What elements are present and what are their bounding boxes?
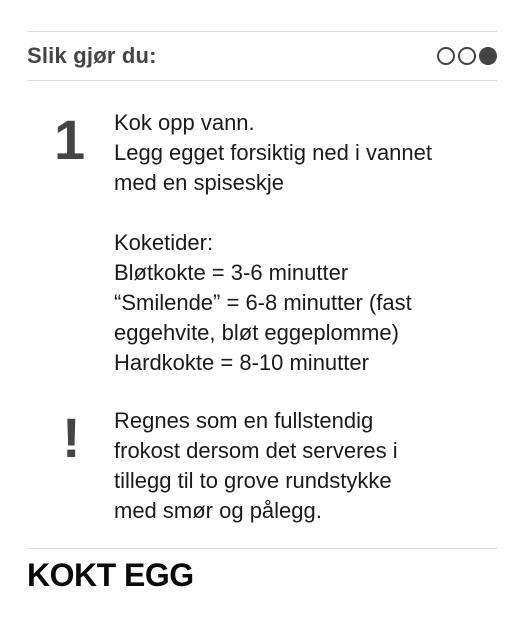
note-line: Regnes som en fullstendig xyxy=(114,408,374,433)
step-line: eggehvite, bløt eggeplomme) xyxy=(114,320,399,345)
step-line: “Smilende” = 6-8 minutter (fast xyxy=(114,290,412,315)
step-line: Bløtkokte = 3-6 minutter xyxy=(114,260,349,285)
note-line: tillegg til to grove rundstykke xyxy=(114,468,392,493)
step-line: Hardkokte = 8-10 minutter xyxy=(114,350,369,375)
step-number: 1 xyxy=(54,108,86,171)
step-line: Koketider: xyxy=(114,230,214,255)
note-line: med smør og pålegg. xyxy=(114,498,322,523)
step-line: Kok opp vann. xyxy=(114,110,255,135)
instructions-title: Slik gjør du: xyxy=(27,43,157,68)
note-text: Regnes som en fullstendig frokost dersom… xyxy=(114,406,494,526)
exclamation-icon: ! xyxy=(62,406,81,469)
step-dot-empty-icon xyxy=(437,47,455,65)
footer-divider xyxy=(27,548,497,549)
step-line: med en spiseskje xyxy=(114,170,284,195)
recipe-title: KOKT EGG xyxy=(27,557,194,593)
step-line: Legg egget forsiktig ned i vannet xyxy=(114,140,433,165)
step-indicator xyxy=(437,47,497,65)
step-1-text: Kok opp vann. Legg egget forsiktig ned i… xyxy=(114,108,494,378)
step-dot-empty-icon xyxy=(458,47,476,65)
header-divider xyxy=(27,80,497,81)
step-dot-filled-icon xyxy=(479,47,497,65)
note-line: frokost dersom det serveres i xyxy=(114,438,398,463)
instructions-header: Slik gjør du: xyxy=(27,32,497,80)
